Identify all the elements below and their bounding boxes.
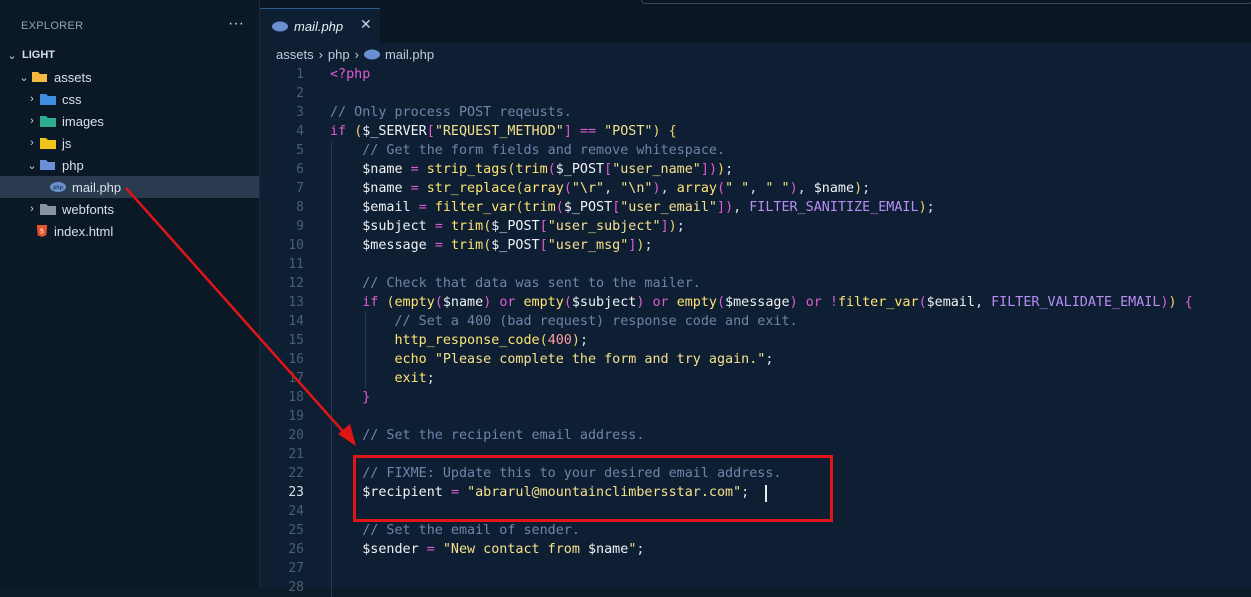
annotation-arrow xyxy=(125,187,356,446)
